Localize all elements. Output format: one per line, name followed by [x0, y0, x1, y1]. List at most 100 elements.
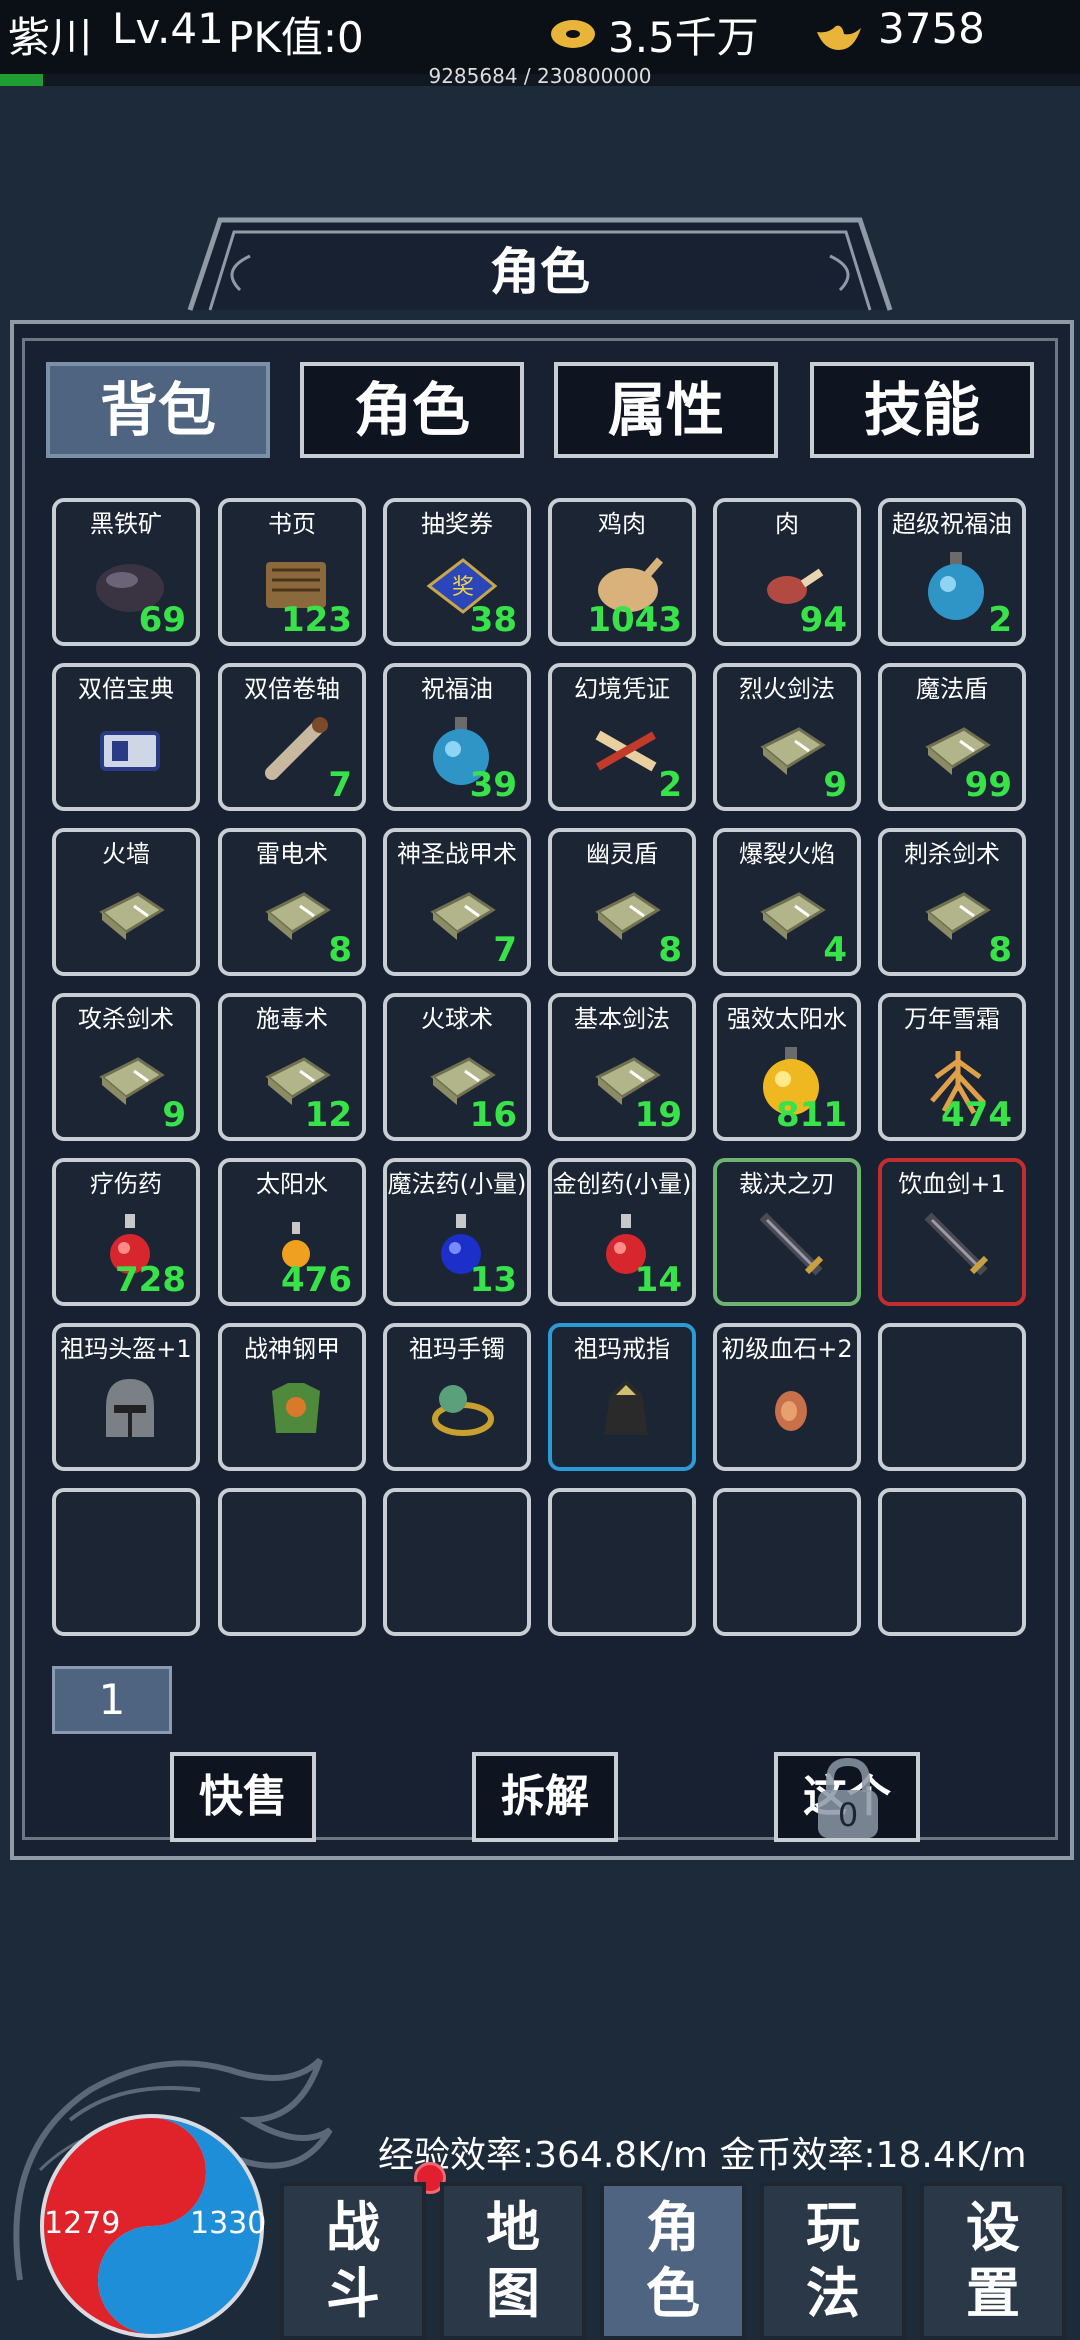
- item-count: 1043: [587, 600, 682, 640]
- nav-gameplay[interactable]: 玩法: [760, 2182, 906, 2340]
- inventory-slot[interactable]: 基本剑法 19: [548, 993, 696, 1141]
- skill-book-icon: [925, 892, 991, 940]
- item-name: 幽灵盾: [586, 840, 658, 868]
- item-name: 初级血石+2: [721, 1335, 853, 1363]
- efficiency-rates: 经验效率:364.8K/m 金币效率:18.4K/m: [378, 2135, 1027, 2176]
- inventory-slot[interactable]: 幽灵盾 8: [548, 828, 696, 976]
- item-count: 94: [799, 600, 847, 640]
- exp-text: 9285684 / 230800000: [428, 64, 652, 88]
- item-name: 雷电术: [256, 840, 328, 868]
- tab-attributes[interactable]: 属性: [554, 362, 778, 458]
- inventory-slot[interactable]: 祖玛手镯: [383, 1323, 531, 1471]
- inventory-slot[interactable]: 万年雪霜 474: [878, 993, 1026, 1141]
- lock-icon[interactable]: 0: [808, 1756, 888, 1842]
- sword-icon: [759, 1212, 824, 1276]
- item-count: 8: [988, 930, 1012, 970]
- item-count: 38: [469, 600, 517, 640]
- inventory-slot[interactable]: 施毒术 12: [218, 993, 366, 1141]
- inventory-slot[interactable]: 幻境凭证 2: [548, 663, 696, 811]
- inventory-slot[interactable]: 裁决之刃: [713, 1158, 861, 1306]
- inventory-slot[interactable]: 奖 抽奖券 38: [383, 498, 531, 646]
- inventory-slot[interactable]: 刺杀剑术 8: [878, 828, 1026, 976]
- inventory-slot[interactable]: 鸡肉 1043: [548, 498, 696, 646]
- panel-title: 角色: [490, 242, 590, 301]
- tab-bag[interactable]: 背包: [46, 362, 270, 458]
- nav-settings[interactable]: 设置: [920, 2182, 1066, 2340]
- top-status-bar: 紫川 Lv.41 PK值:0 3.5千万 3758 9285684 / 2308…: [0, 0, 1080, 88]
- inventory-slot[interactable]: 烈火剑法 9: [713, 663, 861, 811]
- item-count: 19: [634, 1095, 682, 1135]
- item-count: 7: [328, 765, 352, 805]
- nav-map[interactable]: 地图: [440, 2182, 586, 2340]
- inventory-slot[interactable]: 祖玛头盔+1: [52, 1323, 200, 1471]
- inventory-slot[interactable]: 金创药(小量) 14: [548, 1158, 696, 1306]
- inventory-slot[interactable]: 超级祝福油 2: [878, 498, 1026, 646]
- inventory-slot[interactable]: 火球术 16: [383, 993, 531, 1141]
- armor-icon: [272, 1383, 320, 1433]
- inventory-slot[interactable]: 战神钢甲: [218, 1323, 366, 1471]
- nav-label-char: 地: [486, 2195, 540, 2259]
- item-name: 祖玛手镯: [409, 1335, 505, 1363]
- item-name: 祖玛头盔+1: [60, 1335, 192, 1363]
- dismantle-button[interactable]: 拆解: [472, 1752, 618, 1842]
- page-indicator[interactable]: 1: [52, 1666, 172, 1734]
- inventory-slot[interactable]: 饮血剑+1: [878, 1158, 1026, 1306]
- inventory-slot[interactable]: 双倍卷轴 7: [218, 663, 366, 811]
- inventory-slot[interactable]: 祝福油 39: [383, 663, 531, 811]
- inventory-slot[interactable]: 初级血石+2: [713, 1323, 861, 1471]
- inventory-slot[interactable]: 火墙: [52, 828, 200, 976]
- inventory-slot[interactable]: 攻杀剑术 9: [52, 993, 200, 1141]
- inventory-slot[interactable]: 肉 94: [713, 498, 861, 646]
- inventory-slot-empty[interactable]: [218, 1488, 366, 1636]
- inventory-slot-empty[interactable]: [878, 1488, 1026, 1636]
- inventory-slot[interactable]: 强效太阳水 811: [713, 993, 861, 1141]
- scroll-icon: [265, 717, 328, 780]
- item-name: 刺杀剑术: [904, 840, 1000, 868]
- item-name: 书页: [268, 510, 316, 538]
- inventory-slot-empty[interactable]: [52, 1488, 200, 1636]
- nav-label-char: 设: [966, 2195, 1020, 2259]
- inventory-slot[interactable]: 魔法盾 99: [878, 663, 1026, 811]
- tab-character[interactable]: 角色: [300, 362, 524, 458]
- inventory-slot[interactable]: 疗伤药 728: [52, 1158, 200, 1306]
- inventory-slot-empty[interactable]: [878, 1323, 1026, 1471]
- skill-book-icon: [760, 727, 826, 775]
- inventory-slot-empty[interactable]: [383, 1488, 531, 1636]
- skill-book-icon: [99, 1057, 165, 1105]
- player-level: Lv.41: [112, 4, 224, 53]
- skill-book-icon: [430, 892, 496, 940]
- inventory-slot[interactable]: 爆裂火焰 4: [713, 828, 861, 976]
- inventory-slot[interactable]: 双倍宝典: [52, 663, 200, 811]
- inventory-slot[interactable]: 神圣战甲术 7: [383, 828, 531, 976]
- item-name: 祝福油: [421, 675, 493, 703]
- item-name: 战神钢甲: [244, 1335, 340, 1363]
- inventory-slot[interactable]: 书页 123: [218, 498, 366, 646]
- item-name: 爆裂火焰: [739, 840, 835, 868]
- nav-label-char: 角: [646, 2195, 700, 2259]
- quick-sell-button[interactable]: 快售: [170, 1752, 316, 1842]
- inventory-slot-empty[interactable]: [713, 1488, 861, 1636]
- inventory-slot[interactable]: 黑铁矿 69: [52, 498, 200, 646]
- nav-battle[interactable]: 战斗: [280, 2182, 426, 2340]
- ring-icon: [604, 1379, 648, 1435]
- inventory-slot[interactable]: 太阳水 476: [218, 1158, 366, 1306]
- item-name: 强效太阳水: [727, 1005, 847, 1033]
- item-name: 饮血剑+1: [898, 1170, 1006, 1198]
- sword-icon: [924, 1212, 989, 1276]
- item-count: 2: [658, 765, 682, 805]
- item-name: 施毒术: [256, 1005, 328, 1033]
- inventory-slot-empty[interactable]: [548, 1488, 696, 1636]
- gold-coin-icon: [551, 20, 595, 48]
- nav-label-char: 色: [646, 2261, 700, 2325]
- nav-character[interactable]: 角色: [600, 2182, 746, 2340]
- inventory-slot[interactable]: 雷电术 8: [218, 828, 366, 976]
- mp-value: 1330: [190, 2206, 267, 2241]
- item-name: 抽奖券: [421, 510, 493, 538]
- skill-book-icon: [265, 892, 331, 940]
- inventory-slot[interactable]: 魔法药(小量) 13: [383, 1158, 531, 1306]
- skill-book-icon: [595, 892, 661, 940]
- item-count: 8: [328, 930, 352, 970]
- inventory-slot[interactable]: 祖玛戒指: [548, 1323, 696, 1471]
- item-count: 728: [115, 1260, 186, 1300]
- tab-skills[interactable]: 技能: [810, 362, 1034, 458]
